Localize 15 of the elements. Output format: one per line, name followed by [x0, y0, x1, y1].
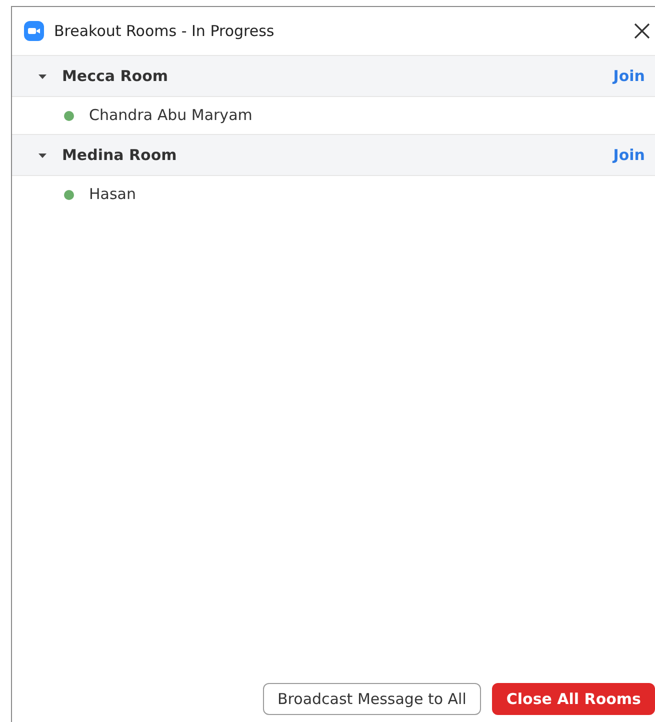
close-icon[interactable] [633, 22, 651, 40]
caret-icon[interactable] [38, 150, 47, 160]
room-header[interactable]: Medina Room Join [12, 134, 655, 176]
room-name: Mecca Room [62, 66, 168, 87]
caret-icon[interactable] [38, 72, 47, 80]
broadcast-button[interactable]: Broadcast Message to All [262, 683, 482, 715]
participant-name: Chandra Abu Maryam [89, 105, 252, 126]
window-title: Breakout Rooms - In Progress [54, 20, 274, 42]
participant-name: Hasan [89, 184, 136, 206]
close-rooms-button[interactable]: Close All Rooms [492, 683, 655, 715]
room-name: Medina Room [62, 144, 177, 166]
join-link[interactable]: Join [613, 144, 645, 166]
join-link[interactable]: Join [613, 64, 645, 88]
camera-icon [24, 21, 44, 41]
room-header[interactable]: Mecca Room Join [12, 55, 655, 97]
